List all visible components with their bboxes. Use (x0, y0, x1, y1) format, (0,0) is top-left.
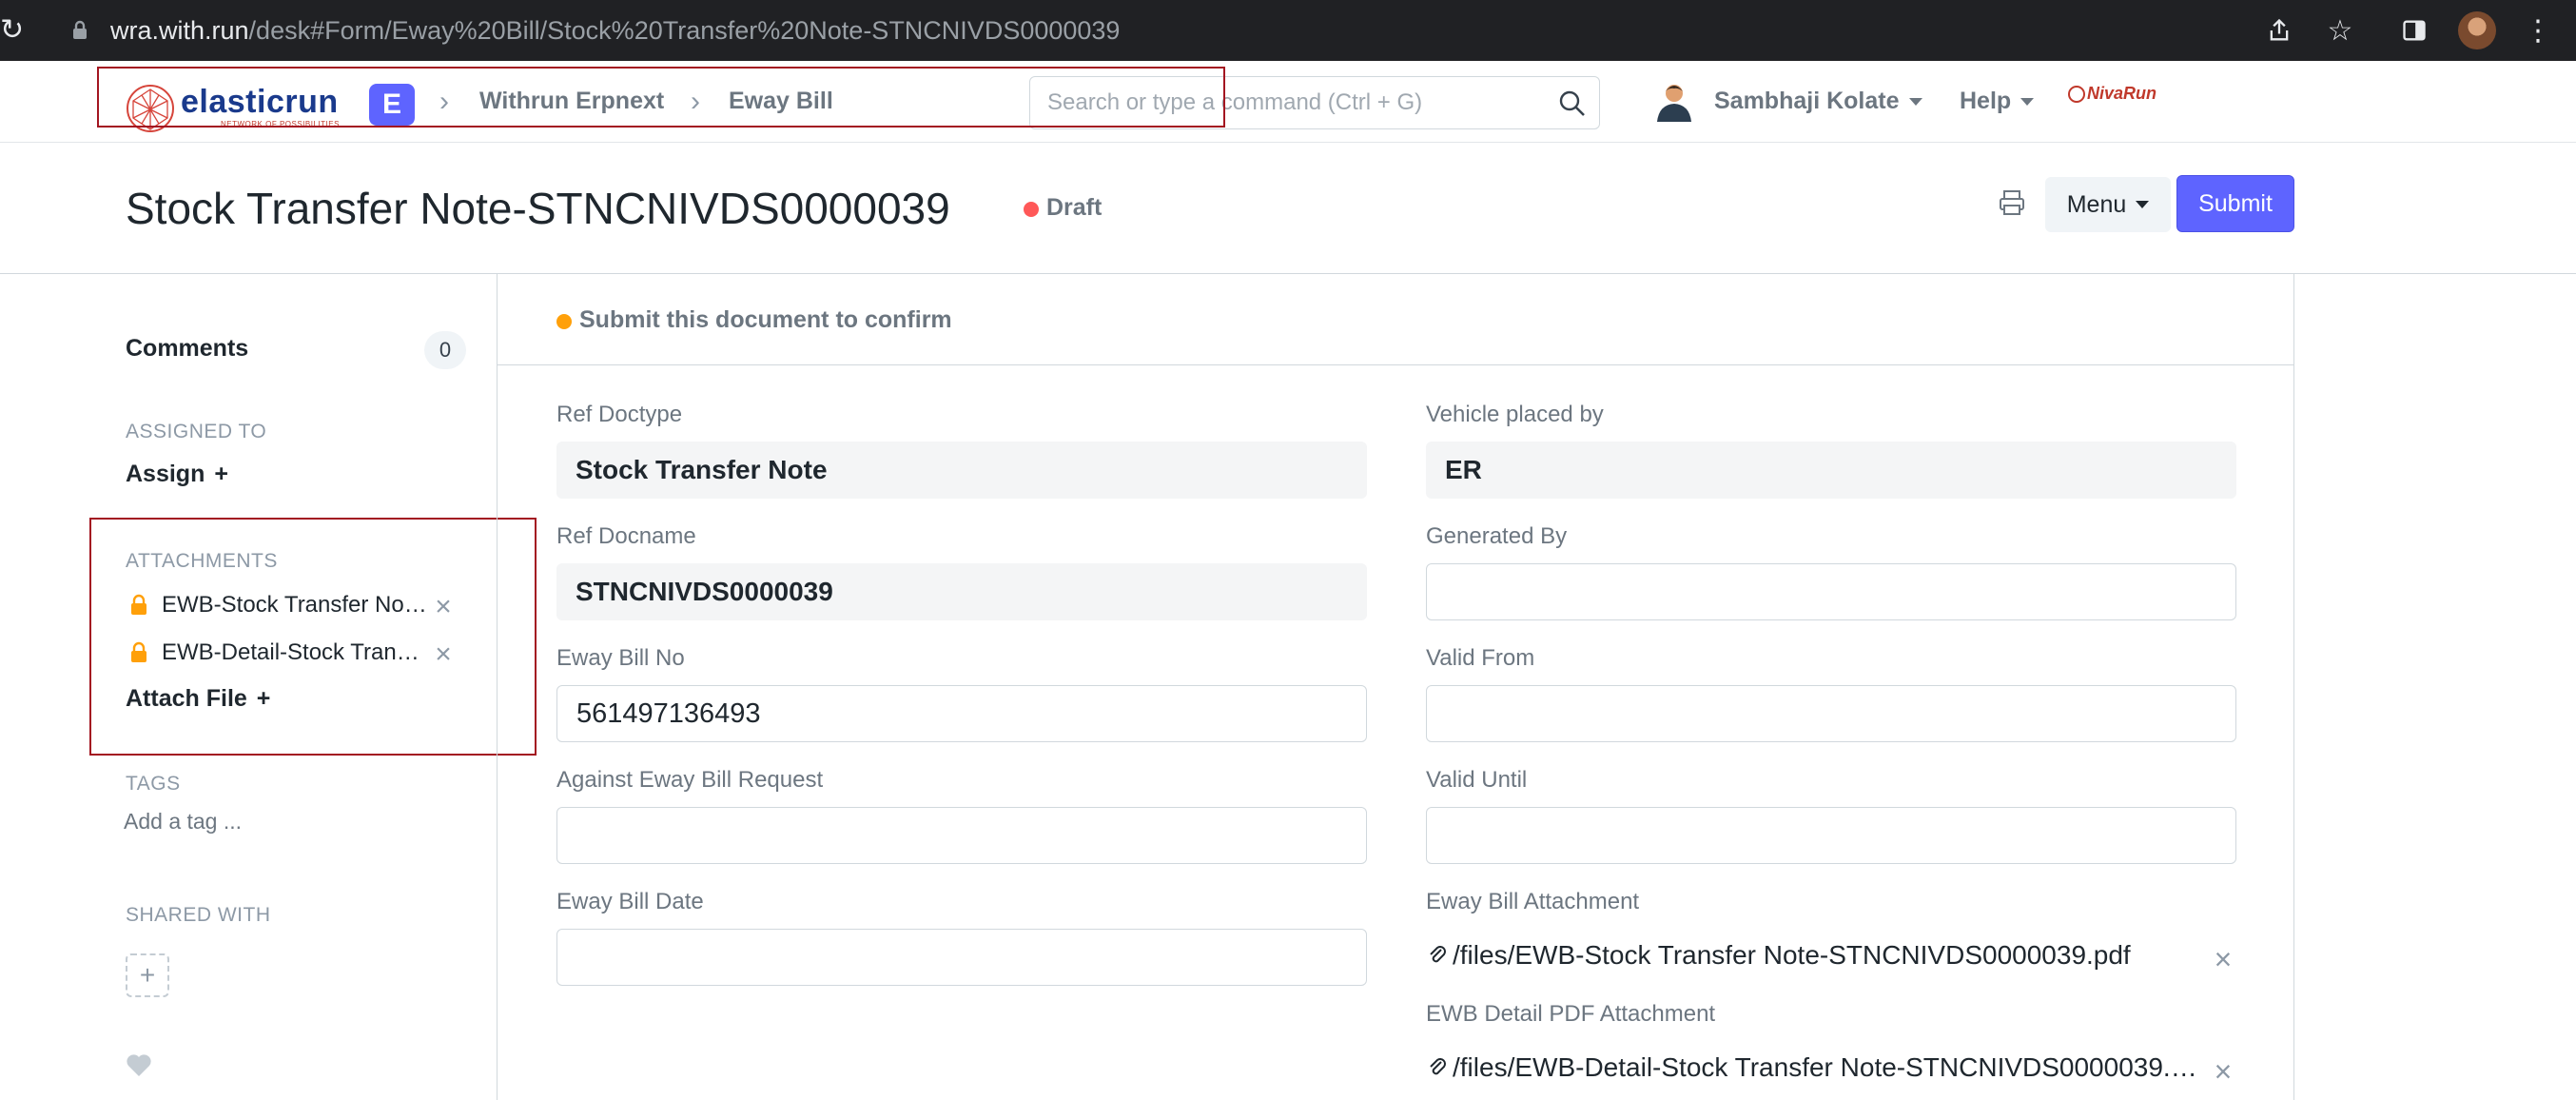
ref-docname-value[interactable]: STNCNIVDS0000039 (556, 563, 1367, 620)
chevron-right-icon: › (439, 86, 449, 117)
eway-bill-no-label: Eway Bill No (556, 645, 685, 671)
chevron-right-icon: › (691, 86, 700, 117)
eway-bill-no-input[interactable] (556, 685, 1367, 742)
star-icon[interactable]: ☆ (2323, 13, 2357, 48)
page-title: Stock Transfer Note-STNCNIVDS0000039 (126, 184, 950, 233)
share-icon[interactable] (2262, 13, 2296, 48)
nivarun-logo-icon (2068, 86, 2085, 103)
breadcrumb-withrun-erpnext[interactable]: Withrun Erpnext (479, 88, 664, 115)
app-navbar: elasticrun NETWORK OF POSSIBILITIES E › … (0, 61, 2576, 143)
ewb-detail-pdf-attachment-label: EWB Detail PDF Attachment (1426, 1001, 1716, 1027)
close-icon[interactable]: × (430, 640, 457, 669)
submit-button[interactable]: Submit (2176, 175, 2294, 232)
against-eway-bill-request-label: Against Eway Bill Request (556, 767, 824, 793)
page-head: Stock Transfer Note-STNCNIVDS0000039 Dra… (0, 143, 2576, 274)
profile-avatar[interactable] (2458, 11, 2496, 49)
add-share-button[interactable]: + (126, 953, 169, 997)
brand-tagline: NETWORK OF POSSIBILITIES (221, 120, 340, 128)
form-message-text: Submit this document to confirm (579, 306, 952, 333)
user-avatar-icon[interactable] (1653, 80, 1695, 122)
plus-icon: + (256, 685, 271, 712)
ref-docname-label: Ref Docname (556, 523, 696, 549)
browser-toolbar: ↻ wra.with.run/desk#Form/Eway%20Bill/Sto… (0, 0, 2576, 61)
heart-icon[interactable] (126, 1052, 152, 1077)
attachment-item: EWB-Stock Transfer Note-STNCNIVDS0000039… (129, 592, 472, 621)
status-indicator-dot (1024, 202, 1039, 217)
shared-with-label: SHARED WITH (126, 904, 271, 926)
lock-icon[interactable] (68, 19, 91, 42)
against-eway-bill-request-input[interactable] (556, 807, 1367, 864)
message-indicator-dot (556, 314, 572, 329)
menu-button[interactable]: Menu (2045, 177, 2171, 232)
address-bar[interactable]: wra.with.run/desk#Form/Eway%20Bill/Stock… (110, 13, 1120, 48)
attachment-item: EWB-Detail-Stock Transfer Note-STNCNIVDS… (129, 639, 472, 669)
caret-down-icon (2136, 201, 2150, 208)
close-icon[interactable]: × (2210, 1056, 2236, 1087)
app-badge[interactable]: E (369, 84, 415, 126)
attach-file-label: Attach File (126, 685, 247, 712)
tags-label: TAGS (126, 773, 181, 795)
attach-file-button[interactable]: Attach File + (126, 685, 270, 713)
caret-down-icon (1908, 98, 1922, 107)
search-input[interactable] (1047, 77, 1542, 128)
help-label: Help (1960, 88, 2012, 114)
comments-count-badge: 0 (424, 331, 466, 369)
breadcrumb-eway-bill[interactable]: Eway Bill (729, 88, 833, 115)
add-tag-input[interactable]: Add a tag ... (124, 809, 242, 835)
print-icon[interactable] (1996, 187, 2028, 219)
form-message: Submit this document to confirm (498, 274, 2293, 365)
valid-from-label: Valid From (1426, 645, 1535, 671)
attachment-link[interactable]: EWB-Detail-Stock Transfer Note-STNCNIVDS… (162, 639, 428, 666)
side-panel-icon[interactable] (2397, 13, 2431, 48)
paperclip-icon (1430, 946, 1446, 963)
ewb-detail-pdf-attachment-link[interactable]: /files/EWB-Detail-Stock Transfer Note-ST… (1426, 1052, 2202, 1083)
plus-icon: + (214, 461, 228, 487)
ref-doctype-value[interactable]: Stock Transfer Note (556, 442, 1367, 499)
valid-from-input[interactable] (1426, 685, 2236, 742)
assign-label: Assign (126, 461, 205, 487)
close-icon[interactable]: × (2210, 944, 2236, 974)
form-sidebar: Comments 0 ASSIGNED TO Assign + ATTACHMEN… (0, 274, 497, 1100)
paperclip-icon (1430, 1058, 1446, 1075)
partner-logo-text: NivaRun (2087, 84, 2157, 103)
attachments-label: ATTACHMENTS (126, 550, 278, 572)
vehicle-placed-by-value[interactable]: ER (1426, 442, 2236, 499)
generated-by-label: Generated By (1426, 523, 1568, 549)
form-panel: Submit this document to confirm Ref Doct… (497, 274, 2294, 1100)
lock-icon (131, 641, 146, 662)
elasticrun-logo-icon[interactable] (124, 82, 177, 135)
eway-bill-attachment-link[interactable]: /files/EWB-Stock Transfer Note-STNCNIVDS… (1426, 940, 2177, 971)
attachment-link[interactable]: EWB-Stock Transfer Note-STNCNIVDS0000039… (162, 592, 428, 619)
valid-until-label: Valid Until (1426, 767, 1528, 793)
search-icon[interactable] (1557, 88, 1588, 119)
url-path: /desk#Form/Eway%20Bill/Stock%20Transfer%… (248, 16, 1121, 45)
vehicle-placed-by-label: Vehicle placed by (1426, 402, 1604, 427)
user-name: Sambhaji Kolate (1714, 88, 1900, 114)
ref-doctype-label: Ref Doctype (556, 402, 683, 427)
valid-until-input[interactable] (1426, 807, 2236, 864)
ewb-detail-pdf-attachment-value: /files/EWB-Detail-Stock Transfer Note-ST… (1453, 1052, 2202, 1082)
brand-name[interactable]: elasticrun (181, 84, 339, 121)
lock-icon (131, 594, 146, 615)
nivarun-logo[interactable]: NivaRun (2066, 84, 2156, 122)
eway-bill-attachment-value: /files/EWB-Stock Transfer Note-STNCNIVDS… (1453, 940, 2131, 970)
eway-bill-date-input[interactable] (556, 929, 1367, 986)
eway-bill-attachment-label: Eway Bill Attachment (1426, 889, 1640, 914)
menu-label: Menu (2066, 190, 2127, 218)
close-icon[interactable]: × (430, 593, 457, 621)
search-box (1029, 76, 1600, 129)
assign-button[interactable]: Assign + (126, 461, 228, 488)
help-menu[interactable]: Help (1960, 88, 2035, 115)
status-badge: Draft (1046, 194, 1103, 221)
comments-label[interactable]: Comments (126, 335, 248, 363)
kebab-menu-icon[interactable]: ⋮ (2521, 13, 2555, 48)
user-menu[interactable]: Sambhaji Kolate (1714, 88, 1922, 115)
caret-down-icon (2020, 98, 2035, 107)
assigned-to-label: ASSIGNED TO (126, 421, 267, 442)
url-host: wra.with.run (110, 16, 249, 45)
plus-icon: + (139, 960, 156, 990)
eway-bill-date-label: Eway Bill Date (556, 889, 704, 914)
generated-by-input[interactable] (1426, 563, 2236, 620)
reload-icon[interactable]: ↻ (0, 15, 24, 46)
